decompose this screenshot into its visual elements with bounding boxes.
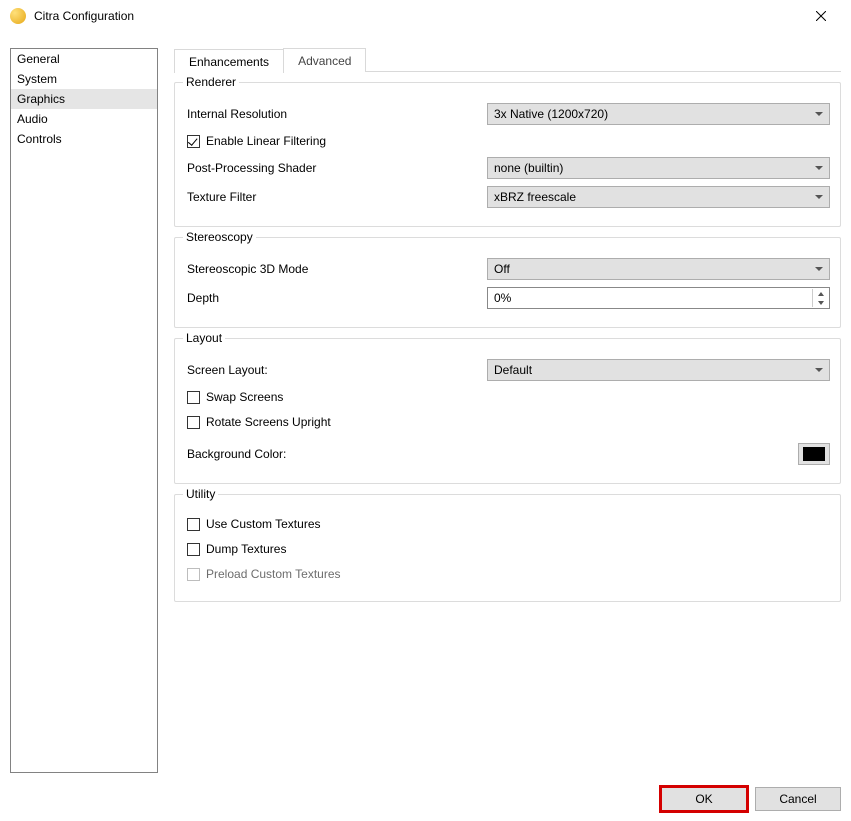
- checkbox-icon: [187, 568, 200, 581]
- spinbox-depth[interactable]: 0%: [487, 287, 830, 309]
- sidebar-item-audio[interactable]: Audio: [11, 109, 157, 129]
- combo-screen-layout-value: Default: [494, 363, 532, 377]
- chevron-down-icon: [815, 112, 823, 116]
- checkbox-enable-linear-filtering[interactable]: Enable Linear Filtering: [187, 131, 830, 151]
- sidebar-item-general[interactable]: General: [11, 49, 157, 69]
- chevron-up-icon: [818, 292, 824, 296]
- label-background-color: Background Color:: [187, 447, 487, 461]
- sidebar-category-list[interactable]: General System Graphics Audio Controls: [10, 48, 158, 773]
- background-color-button[interactable]: [798, 443, 830, 465]
- checkbox-label-linear-filtering: Enable Linear Filtering: [206, 134, 326, 148]
- sidebar-item-graphics[interactable]: Graphics: [11, 89, 157, 109]
- combo-post-processing-shader[interactable]: none (builtin): [487, 157, 830, 179]
- app-icon: [10, 8, 26, 24]
- checkbox-icon: [187, 135, 200, 148]
- label-depth: Depth: [187, 291, 487, 305]
- group-renderer-legend: Renderer: [183, 75, 239, 89]
- dialog-button-bar: OK Cancel: [661, 787, 841, 811]
- checkbox-icon: [187, 391, 200, 404]
- label-stereoscopic-mode: Stereoscopic 3D Mode: [187, 262, 487, 276]
- body-area: General System Graphics Audio Controls E…: [10, 48, 841, 773]
- checkbox-icon: [187, 543, 200, 556]
- checkbox-label-dump-textures: Dump Textures: [206, 542, 286, 556]
- label-internal-resolution: Internal Resolution: [187, 107, 487, 121]
- combo-stereoscopic-mode[interactable]: Off: [487, 258, 830, 280]
- checkbox-dump-textures[interactable]: Dump Textures: [187, 539, 830, 559]
- group-utility: Utility Use Custom Textures Dump Texture…: [174, 494, 841, 602]
- label-texture-filter: Texture Filter: [187, 190, 487, 204]
- checkbox-swap-screens[interactable]: Swap Screens: [187, 387, 830, 407]
- color-swatch-icon: [803, 447, 825, 461]
- tab-bar: Enhancements Advanced: [174, 48, 841, 72]
- ok-button[interactable]: OK: [661, 787, 747, 811]
- combo-stereoscopic-mode-value: Off: [494, 262, 510, 276]
- chevron-down-icon: [818, 301, 824, 305]
- checkbox-label-rotate-upright: Rotate Screens Upright: [206, 415, 331, 429]
- checkbox-preload-custom-textures: Preload Custom Textures: [187, 564, 830, 584]
- combo-internal-resolution-value: 3x Native (1200x720): [494, 107, 608, 121]
- group-renderer: Renderer Internal Resolution 3x Native (…: [174, 82, 841, 227]
- spinbox-depth-value: 0%: [494, 291, 511, 305]
- combo-post-processing-shader-value: none (builtin): [494, 161, 563, 175]
- chevron-down-icon: [815, 368, 823, 372]
- combo-internal-resolution[interactable]: 3x Native (1200x720): [487, 103, 830, 125]
- label-post-processing-shader: Post-Processing Shader: [187, 161, 487, 175]
- checkbox-use-custom-textures[interactable]: Use Custom Textures: [187, 514, 830, 534]
- sidebar-item-system[interactable]: System: [11, 69, 157, 89]
- group-utility-legend: Utility: [183, 487, 218, 501]
- close-icon: [816, 11, 826, 21]
- group-layout-legend: Layout: [183, 331, 225, 345]
- chevron-down-icon: [815, 195, 823, 199]
- right-pane: Enhancements Advanced Renderer Internal …: [174, 48, 841, 773]
- titlebar: Citra Configuration: [0, 0, 851, 32]
- combo-texture-filter[interactable]: xBRZ freescale: [487, 186, 830, 208]
- group-stereoscopy: Stereoscopy Stereoscopic 3D Mode Off Dep…: [174, 237, 841, 328]
- checkbox-rotate-upright[interactable]: Rotate Screens Upright: [187, 412, 830, 432]
- config-window: Citra Configuration General System Graph…: [0, 0, 851, 821]
- group-stereoscopy-legend: Stereoscopy: [183, 230, 256, 244]
- tab-enhancements[interactable]: Enhancements: [174, 49, 284, 73]
- chevron-down-icon: [815, 267, 823, 271]
- spinbox-controls: [812, 289, 828, 307]
- group-layout: Layout Screen Layout: Default Swap Scre: [174, 338, 841, 484]
- tab-advanced[interactable]: Advanced: [283, 48, 366, 72]
- spin-up-button[interactable]: [813, 289, 828, 298]
- checkbox-icon: [187, 518, 200, 531]
- combo-texture-filter-value: xBRZ freescale: [494, 190, 576, 204]
- checkbox-icon: [187, 416, 200, 429]
- window-close-button[interactable]: [798, 2, 843, 30]
- checkbox-label-use-custom-textures: Use Custom Textures: [206, 517, 321, 531]
- spin-down-button[interactable]: [813, 298, 828, 307]
- sidebar-item-controls[interactable]: Controls: [11, 129, 157, 149]
- combo-screen-layout[interactable]: Default: [487, 359, 830, 381]
- chevron-down-icon: [815, 166, 823, 170]
- tab-content-enhancements: Renderer Internal Resolution 3x Native (…: [174, 72, 841, 612]
- checkbox-label-preload-custom-textures: Preload Custom Textures: [206, 567, 341, 581]
- label-screen-layout: Screen Layout:: [187, 363, 487, 377]
- checkbox-label-swap-screens: Swap Screens: [206, 390, 283, 404]
- cancel-button[interactable]: Cancel: [755, 787, 841, 811]
- window-title: Citra Configuration: [34, 9, 798, 23]
